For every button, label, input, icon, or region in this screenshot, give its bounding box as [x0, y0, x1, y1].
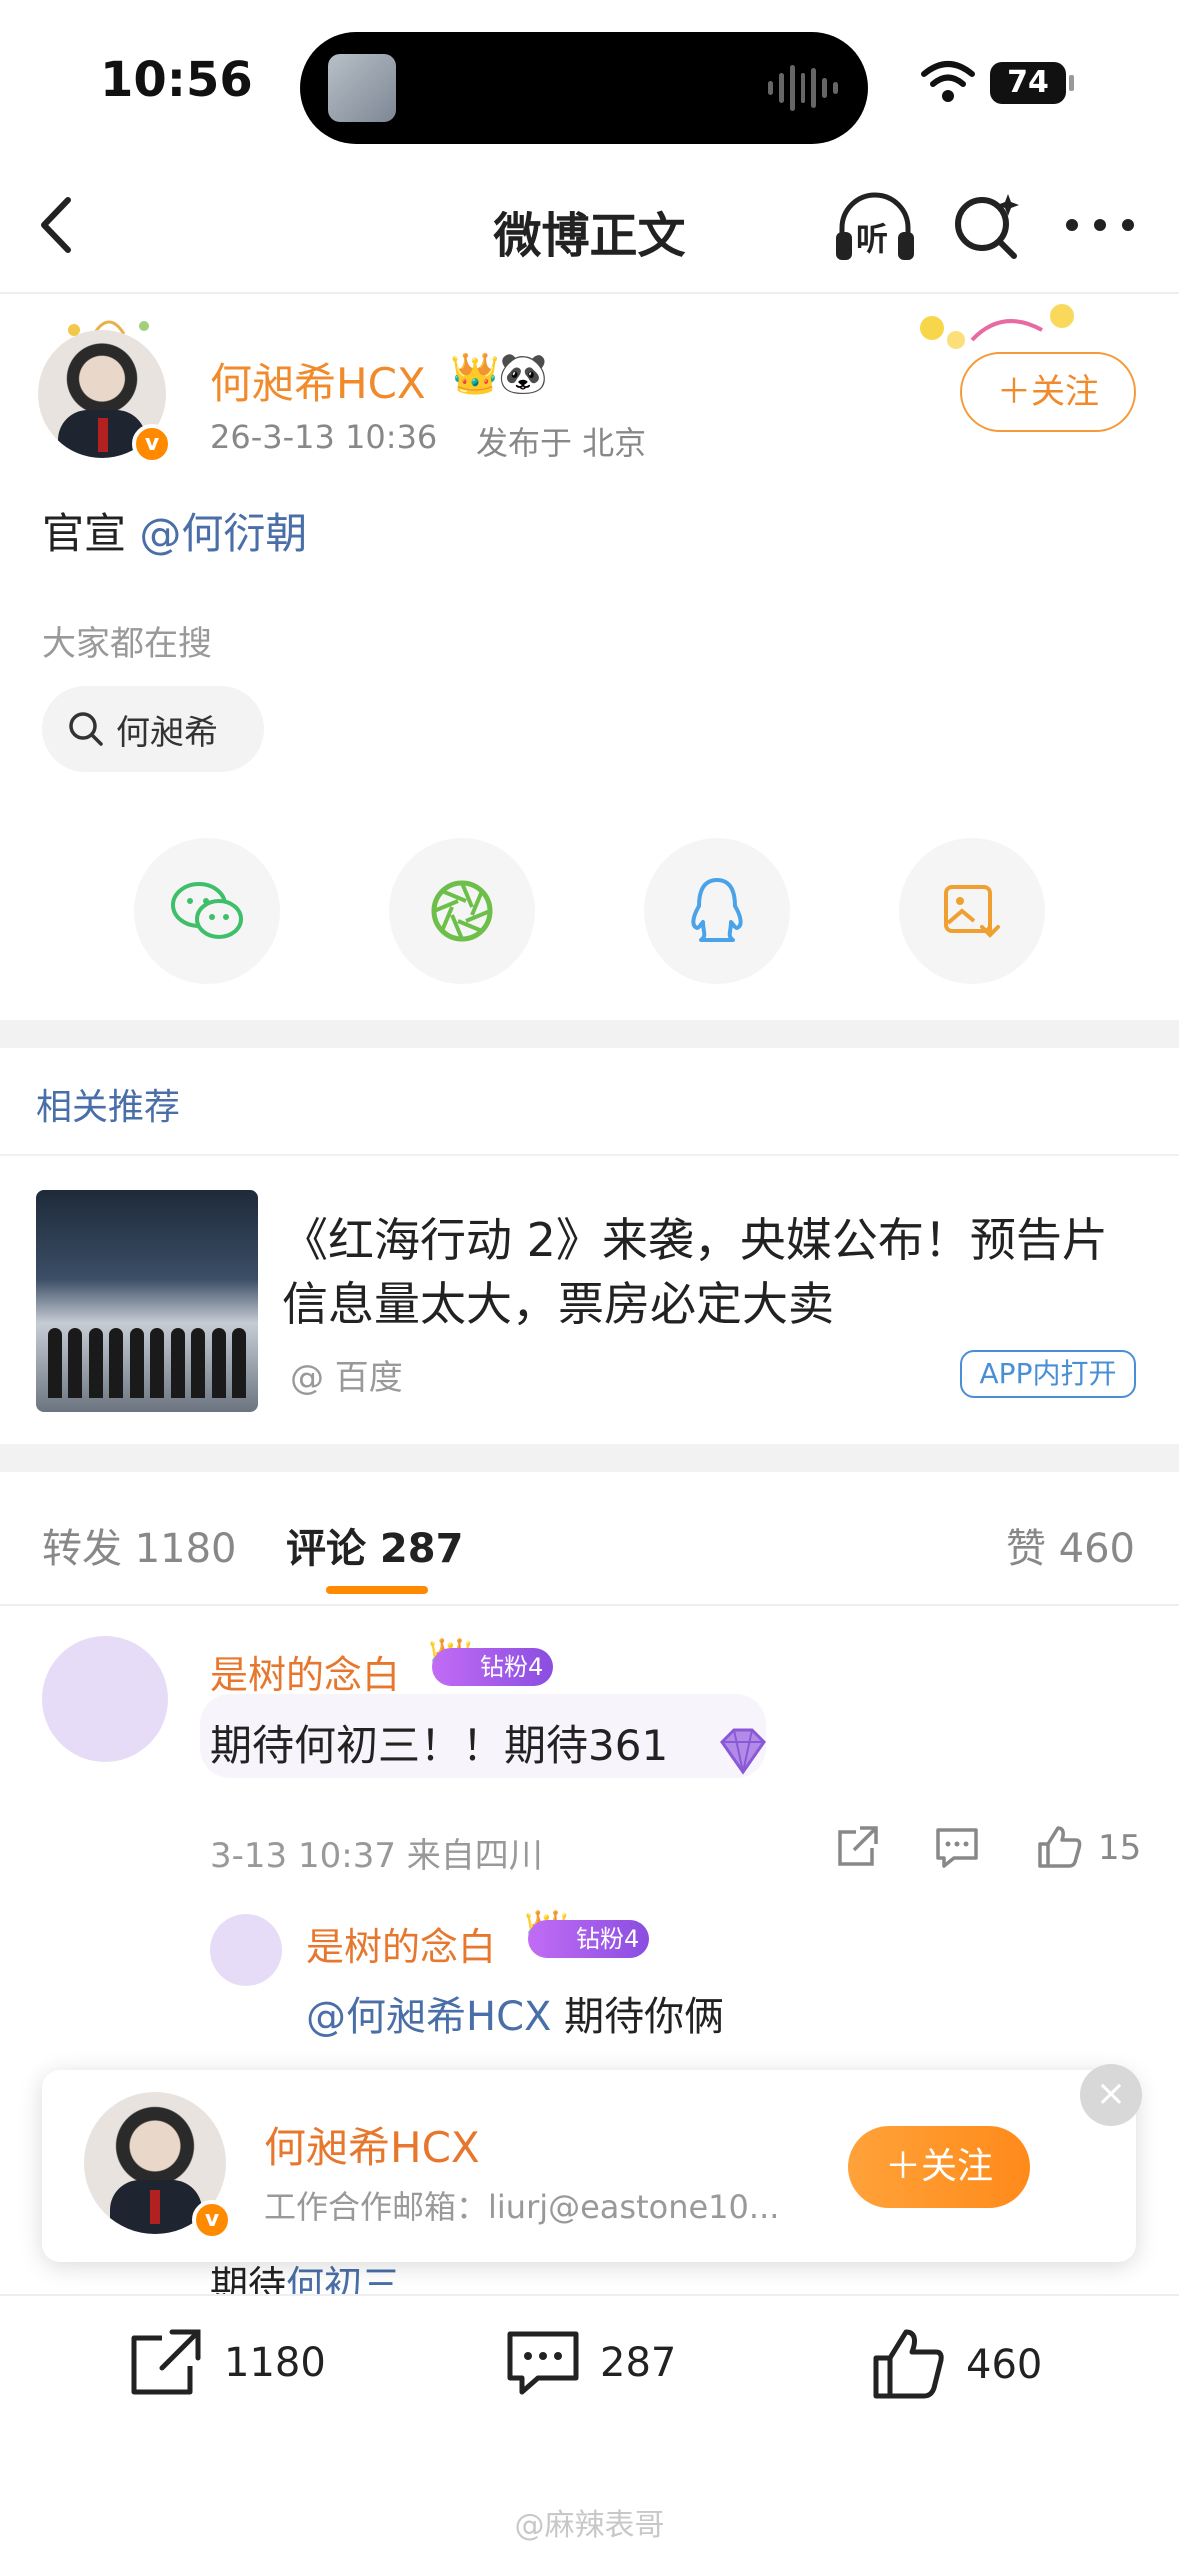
tab-reposts[interactable]: 转发 1180	[42, 1516, 237, 1574]
card-follow-button[interactable]: ＋关注	[848, 2126, 1030, 2208]
fan-level-badge: 钻粉4	[528, 1920, 650, 1958]
reply-author-name[interactable]: 是树的念白	[306, 1916, 496, 1971]
like-thumb-icon[interactable]	[1034, 1822, 1084, 1872]
active-tab-indicator	[326, 1586, 428, 1594]
trending-search-label: 大家都在搜	[42, 624, 212, 664]
commenter-avatar[interactable]	[42, 1636, 168, 1762]
reply-text: @何昶希HCX 期待你俩	[306, 1984, 724, 2042]
bottom-comment-button[interactable]: 287	[504, 2326, 676, 2400]
search-icon	[69, 712, 103, 746]
island-media-thumbnail	[328, 54, 396, 122]
tab-comments[interactable]: 评论 287	[286, 1516, 463, 1574]
reply-body: 期待你俩	[551, 1994, 725, 2040]
save-image-icon	[944, 885, 1000, 938]
watermark: @麻辣表哥	[514, 2508, 665, 2543]
reply-mention-link[interactable]: @何昶希HCX	[306, 1994, 551, 2040]
post-body-text: 官宣	[42, 509, 127, 558]
share-moments-button[interactable]	[389, 838, 535, 984]
bottom-repost-count: 1180	[224, 2340, 326, 2386]
comment-like-count: 15	[1098, 1828, 1142, 1868]
battery-indicator: 74	[990, 62, 1074, 104]
verified-badge-icon: v	[192, 2200, 232, 2240]
comment-text: 期待何初三！！期待361	[210, 1721, 669, 1770]
wifi-icon	[921, 61, 975, 102]
open-in-app-button[interactable]: APP内打开	[960, 1350, 1136, 1398]
related-thumbnail[interactable]	[36, 1190, 258, 1412]
verified-badge-icon: v	[132, 424, 172, 464]
bottom-repost-button[interactable]: 1180	[128, 2326, 326, 2400]
like-thumb-icon	[873, 2329, 944, 2399]
trending-search-chip[interactable]: 何昶希	[42, 686, 264, 772]
commenter-name[interactable]: 是树的念白	[210, 1644, 400, 1699]
tab-likes[interactable]: 赞 460	[1006, 1516, 1135, 1574]
comment-bubble-icon	[507, 2331, 579, 2395]
wechat-icon	[171, 882, 243, 939]
bottom-like-button[interactable]: 460	[870, 2326, 1042, 2404]
repost-icon	[131, 2329, 201, 2395]
bottom-comment-count: 287	[600, 2340, 677, 2386]
card-name[interactable]: 何昶希HCX	[264, 2114, 480, 2175]
listen-label: 听	[856, 220, 889, 258]
post-location: 发布于 北京	[476, 424, 647, 462]
related-source: @ 百度	[290, 1358, 403, 1398]
status-time: 10:56	[100, 52, 253, 108]
close-card-button[interactable]: ×	[1080, 2064, 1142, 2126]
tab-divider	[0, 1604, 1179, 1606]
bottom-like-count: 460	[966, 2342, 1043, 2388]
trending-search-text: 何昶希	[116, 712, 218, 753]
follow-suggestion-card[interactable]: v 何昶希HCX 工作合作邮箱：liurj@eastone10... ＋关注	[42, 2070, 1136, 2262]
card-avatar[interactable]: v	[84, 2092, 232, 2240]
post-body: 官宣 @何衍朝	[42, 500, 307, 561]
moments-aperture-icon	[431, 880, 493, 942]
section-separator	[0, 1020, 1179, 1048]
nav-divider	[0, 292, 1179, 294]
crown-icon: 👑	[450, 351, 500, 397]
more-options-icon[interactable]	[1060, 200, 1140, 250]
card-business-email: 工作合作邮箱：liurj@eastone10...	[264, 2188, 780, 2226]
author-avatar[interactable]: v	[38, 330, 172, 464]
audio-waveform-icon	[768, 62, 839, 114]
follow-flower-decoration	[920, 304, 1074, 349]
panda-icon: 🐼	[498, 351, 548, 397]
dynamic-island[interactable]	[300, 32, 868, 144]
related-section-title: 相关推荐	[36, 1087, 181, 1128]
post-mention-link[interactable]: @何衍朝	[139, 509, 307, 558]
section-separator	[0, 1444, 1179, 1472]
search-icon[interactable]	[950, 190, 1022, 262]
save-image-button[interactable]	[899, 838, 1045, 984]
author-name[interactable]: 何昶希HCX	[210, 350, 426, 411]
repost-icon[interactable]	[832, 1822, 882, 1872]
qq-penguin-icon	[691, 878, 743, 942]
related-article-title[interactable]: 《红海行动 2》来袭，央媒公布！预告片信息量太大，票房必定大卖	[282, 1208, 1142, 1336]
fan-level-badge: 钻粉4	[432, 1648, 554, 1686]
post-timestamp: 26-3-13 10:36	[210, 418, 438, 456]
related-divider	[0, 1154, 1179, 1156]
comment-meta: 3-13 10:37 来自四川	[210, 1836, 543, 1876]
reply-avatar[interactable]	[210, 1914, 282, 1986]
share-wechat-button[interactable]	[134, 838, 280, 984]
listen-headphones-icon[interactable]: 听	[832, 188, 918, 264]
share-qq-button[interactable]	[644, 838, 790, 984]
follow-button[interactable]: ＋关注	[960, 352, 1136, 432]
diamond-gem-icon	[720, 1728, 766, 1775]
reply-comment-icon[interactable]	[932, 1822, 982, 1872]
